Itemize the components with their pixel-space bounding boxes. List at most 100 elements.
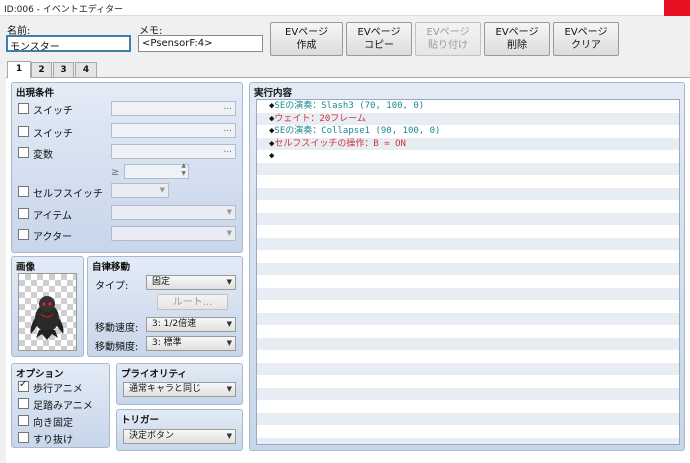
ev-page-create-button[interactable]: EVページ 作成 — [270, 22, 343, 56]
tab-page-1[interactable]: 1 — [7, 61, 31, 78]
movement-type-value: 固定 — [152, 277, 171, 287]
list-row — [257, 350, 679, 363]
priority-value: 通常キャラと同じ — [129, 384, 202, 394]
button-line: クリア — [571, 40, 601, 51]
actor-dropdown: ▼ — [111, 226, 236, 241]
variable-checkbox[interactable] — [18, 147, 29, 158]
list-row — [257, 162, 679, 175]
memo-field[interactable]: <PsensorF:4> — [138, 35, 263, 52]
list-row — [257, 425, 679, 438]
button-line: 削除 — [507, 40, 527, 51]
movement-speed-value: 3: 1/2倍速 — [152, 319, 197, 329]
item-label: アイテム — [33, 211, 72, 222]
chevron-down-icon: ▼ — [226, 208, 232, 216]
options-title: オプション — [16, 369, 64, 380]
command-bullet: ◆ — [269, 151, 275, 161]
movement-frequency-value: 3: 標準 — [152, 338, 182, 348]
close-button[interactable] — [664, 0, 690, 16]
selfswitch-label: セルフスイッチ — [33, 189, 103, 200]
contents-title: 実行内容 — [254, 88, 293, 99]
direction-fix-label: 向き固定 — [33, 418, 73, 429]
chevron-down-icon: ▼ — [226, 278, 232, 286]
through-checkbox[interactable] — [18, 432, 29, 443]
priority-title: プライオリティ — [121, 369, 187, 380]
button-line: EVページ — [285, 27, 328, 38]
image-panel: 画像 — [11, 256, 84, 357]
switch1-label: スイッチ — [33, 106, 73, 117]
character-image[interactable] — [18, 273, 77, 351]
list-row — [257, 187, 679, 200]
list-row — [257, 362, 679, 375]
trigger-panel: トリガー 決定ボタン ▼ — [116, 409, 243, 451]
priority-panel: プライオリティ 通常キャラと同じ ▼ — [116, 363, 243, 405]
movement-frequency-dropdown[interactable]: 3: 標準 ▼ — [146, 336, 236, 351]
list-row — [257, 212, 679, 225]
switch2-checkbox[interactable] — [18, 126, 29, 137]
list-row — [257, 237, 679, 250]
selfswitch-dropdown: ▼ — [111, 183, 169, 198]
ev-page-clear-button[interactable]: EVページ クリア — [553, 22, 619, 56]
title-bar: ID:006 - イベントエディター — [0, 0, 690, 16]
actor-checkbox[interactable] — [18, 229, 29, 240]
route-button[interactable]: ルート... — [157, 294, 228, 310]
stepping-anime-label: 足踏みアニメ — [33, 401, 93, 412]
list-row — [257, 225, 679, 238]
window-title: ID:006 - イベントエディター — [4, 5, 124, 15]
command-line[interactable]: ◆ウェイト：20フレーム — [269, 114, 366, 125]
walking-anime-checkbox[interactable] — [18, 379, 29, 392]
command-text: SEの演奏：Slash3 (70, 100, 0) — [274, 101, 425, 111]
variable-dots: ... — [223, 145, 232, 155]
direction-fix-checkbox[interactable] — [18, 415, 29, 426]
spin-down-icon: ▼ — [181, 170, 186, 177]
list-row — [257, 175, 679, 188]
list-row — [257, 325, 679, 338]
command-text: SEの演奏：Collapse1 (90, 100, 0) — [274, 126, 441, 136]
stepping-anime-checkbox[interactable] — [18, 398, 29, 409]
chevron-down-icon: ▼ — [226, 320, 232, 328]
switch2-label: スイッチ — [33, 129, 73, 140]
command-line[interactable]: ◆ — [269, 151, 274, 162]
speed-label: 移動速度: — [95, 323, 139, 334]
trigger-dropdown[interactable]: 決定ボタン ▼ — [123, 429, 236, 444]
list-row — [257, 150, 679, 163]
switch2-dots: ... — [223, 124, 232, 134]
type-label: タイプ: — [95, 281, 129, 292]
command-line[interactable]: ◆SEの演奏：Collapse1 (90, 100, 0) — [269, 126, 440, 137]
trigger-title: トリガー — [121, 415, 160, 426]
priority-dropdown[interactable]: 通常キャラと同じ ▼ — [123, 382, 236, 397]
tab-page-3[interactable]: 3 — [53, 62, 74, 77]
item-checkbox[interactable] — [18, 208, 29, 219]
switch1-checkbox[interactable] — [18, 103, 29, 114]
trigger-value: 決定ボタン — [129, 431, 175, 441]
list-row — [257, 412, 679, 425]
selfswitch-checkbox[interactable] — [18, 186, 29, 197]
button-line: EVページ — [564, 27, 608, 38]
button-line: コピー — [364, 40, 394, 51]
through-label: すり抜け — [33, 435, 73, 446]
list-row — [257, 387, 679, 400]
button-line: EVページ — [495, 27, 539, 38]
list-row — [257, 287, 679, 300]
list-row — [257, 262, 679, 275]
ev-page-copy-button[interactable]: EVページ コピー — [346, 22, 412, 56]
name-field[interactable]: モンスター — [6, 35, 131, 52]
tab-page-4[interactable]: 4 — [75, 62, 97, 77]
command-text: ウェイト：20フレーム — [274, 113, 366, 124]
ev-page-delete-button[interactable]: EVページ 削除 — [484, 22, 550, 56]
command-text: セルフスイッチの操作：B = ON — [274, 138, 406, 149]
button-line: 貼り付け — [428, 40, 468, 51]
command-list[interactable]: ◆SEの演奏：Slash3 (70, 100, 0) ◆ウェイト：20フレーム ◆S… — [256, 99, 680, 445]
movement-type-dropdown[interactable]: 固定 ▼ — [146, 275, 236, 290]
ev-page-paste-button[interactable]: EVページ 貼り付け — [415, 22, 481, 56]
button-line: EVページ — [357, 27, 401, 38]
item-dropdown: ▼ — [111, 205, 236, 220]
movement-speed-dropdown[interactable]: 3: 1/2倍速 ▼ — [146, 317, 236, 332]
tab-page-2[interactable]: 2 — [31, 62, 52, 77]
list-row — [257, 337, 679, 350]
chevron-down-icon: ▼ — [226, 432, 232, 440]
conditions-title: 出現条件 — [16, 88, 55, 99]
variable-label: 変数 — [33, 150, 53, 161]
list-row — [257, 250, 679, 263]
command-line[interactable]: ◆SEの演奏：Slash3 (70, 100, 0) — [269, 101, 424, 112]
command-line[interactable]: ◆セルフスイッチの操作：B = ON — [269, 139, 406, 150]
